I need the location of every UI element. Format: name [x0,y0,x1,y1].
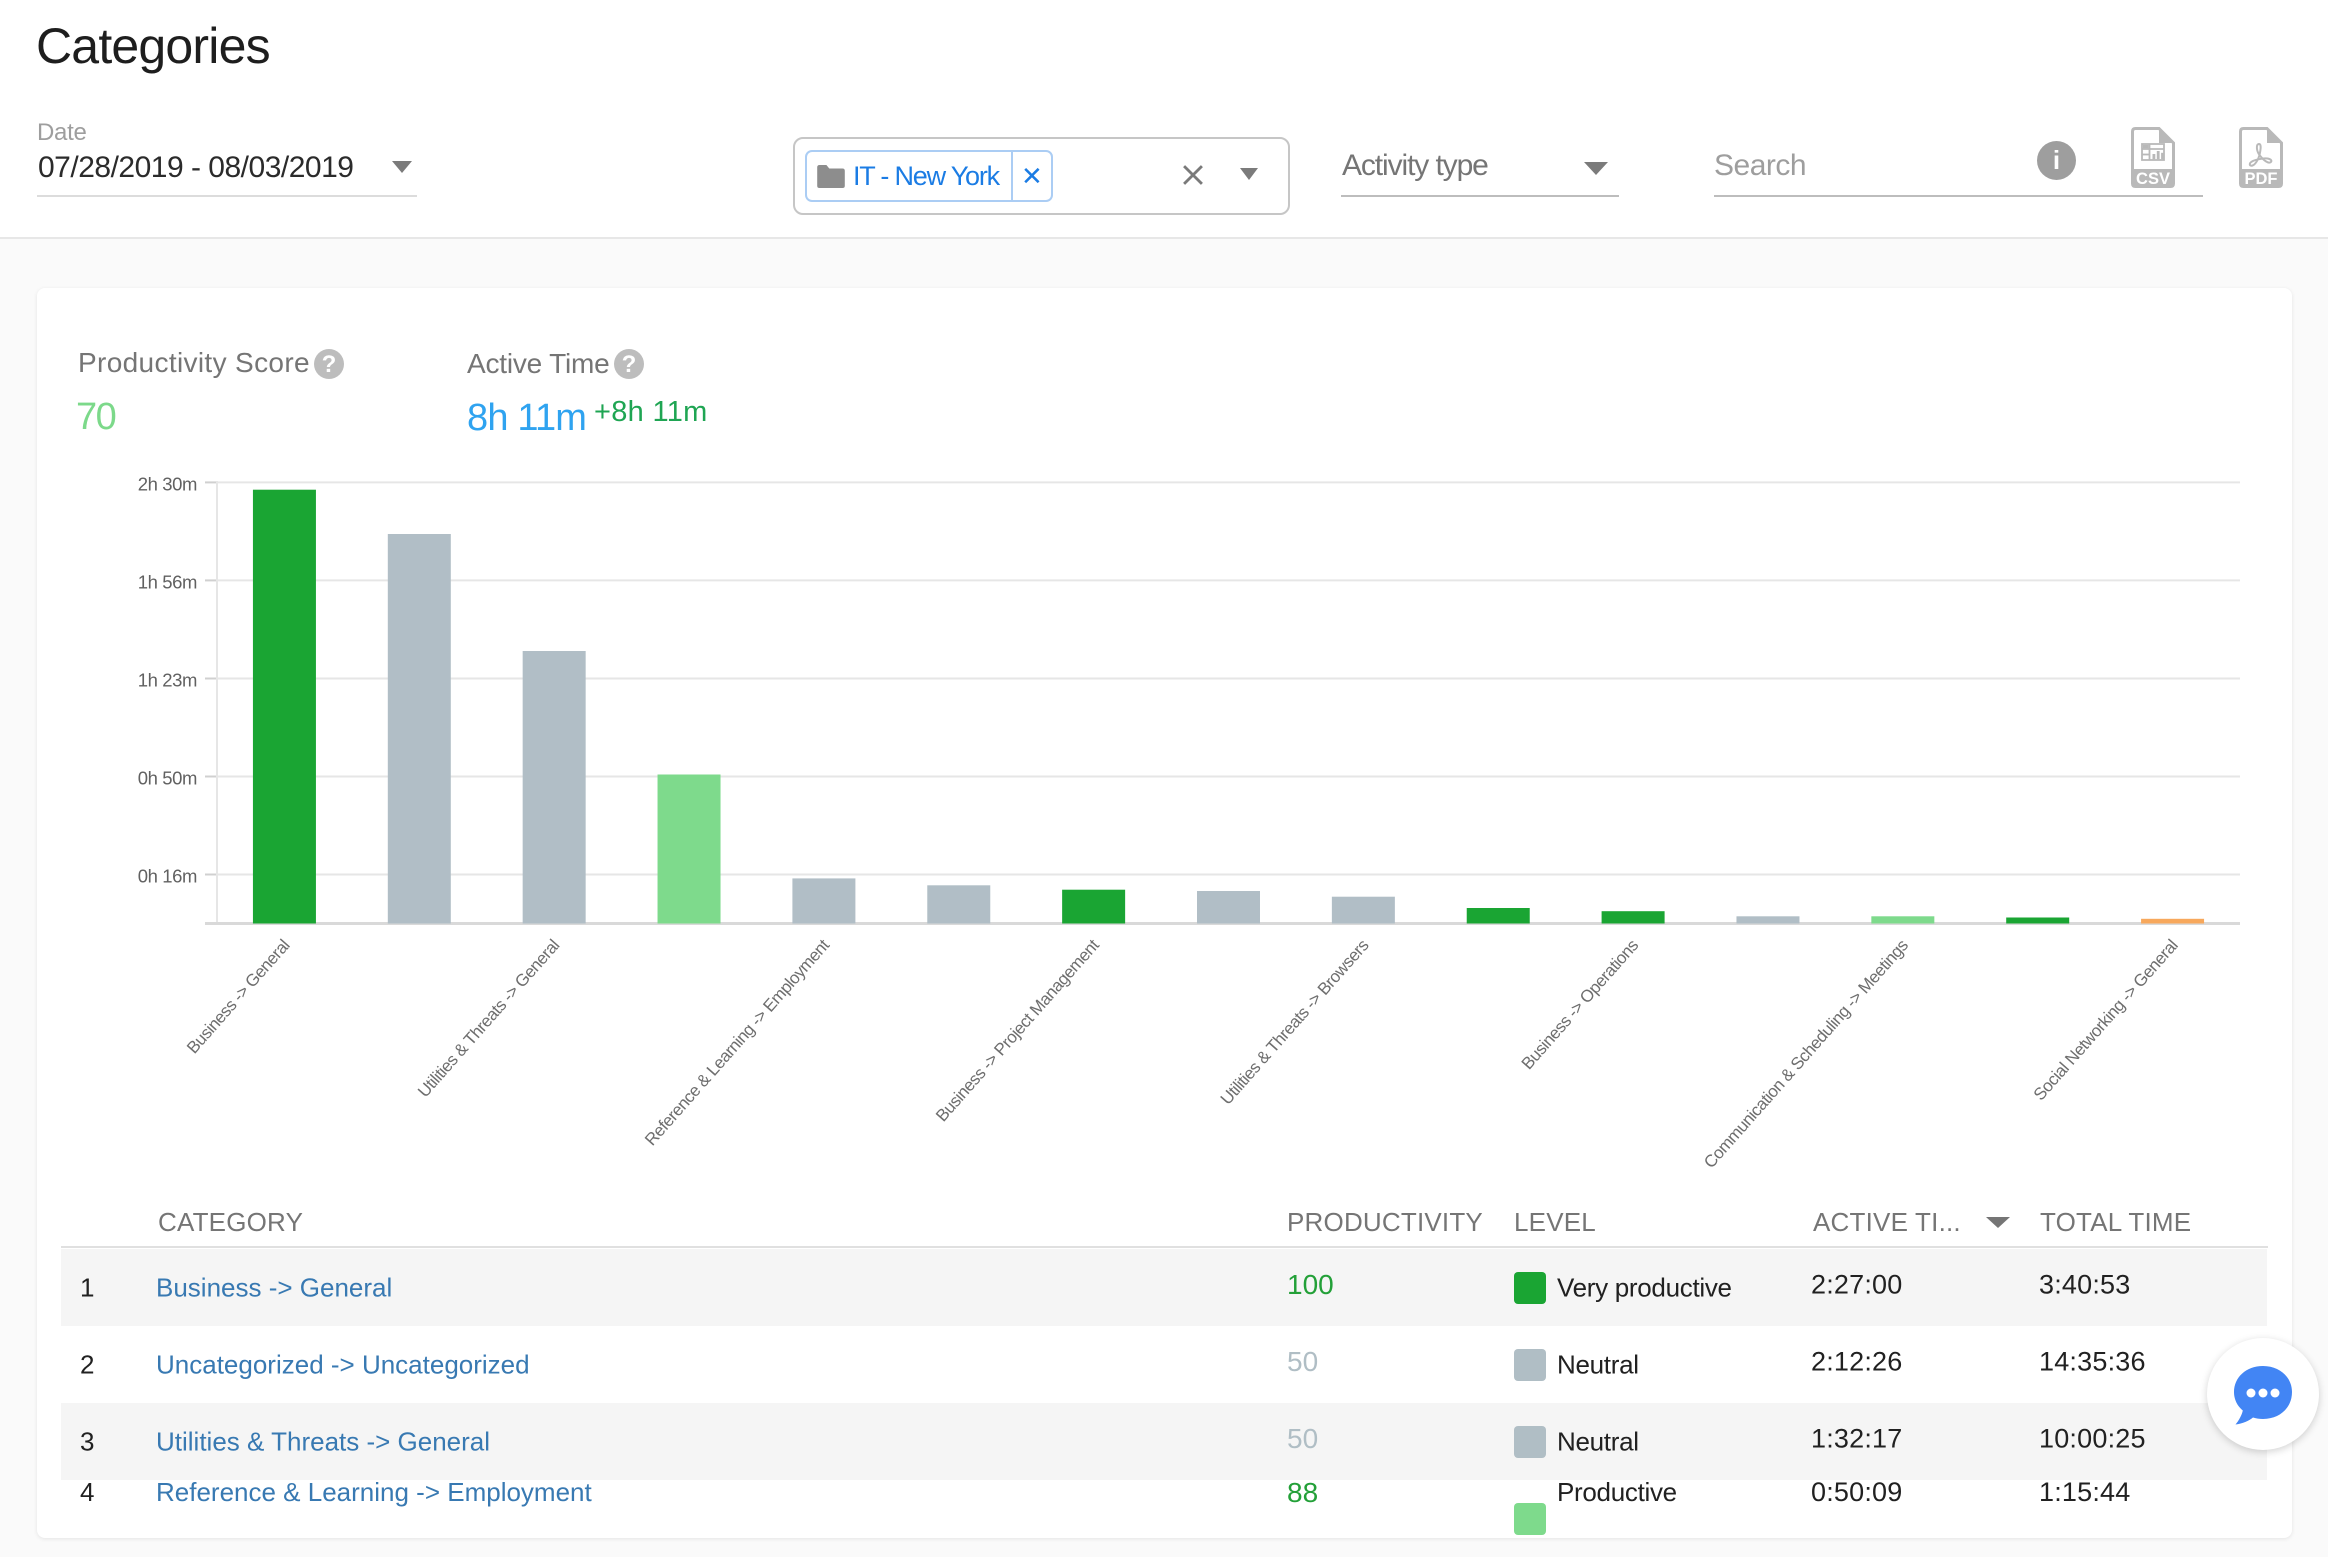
svg-text:Business -> Operations: Business -> Operations [1518,936,1642,1073]
svg-text:PDF: PDF [2245,170,2278,188]
svg-text:1h 23m: 1h 23m [138,670,197,691]
svg-text:1h 56m: 1h 56m [138,571,197,592]
svg-text:0h 50m: 0h 50m [138,768,197,789]
svg-text:Business -> Project Management: Business -> Project Management [932,935,1103,1125]
svg-text:CSV: CSV [2136,170,2170,188]
svg-text:Utilities & Threats -> General: Utilities & Threats -> General [414,936,563,1101]
svg-text:Social Networking -> General: Social Networking -> General [2030,936,2182,1104]
svg-text:Communication & Scheduling ->: Communication & Scheduling -> Meetings [1700,936,1912,1172]
svg-text:0h 16m: 0h 16m [138,866,197,887]
svg-text:Utilities & Threats -> Browser: Utilities & Threats -> Browsers [1217,936,1373,1108]
svg-text:2h 30m: 2h 30m [138,473,197,494]
svg-text:Reference & Learning -> Employ: Reference & Learning -> Employment [641,935,833,1149]
svg-text:Business -> General: Business -> General [183,936,293,1057]
